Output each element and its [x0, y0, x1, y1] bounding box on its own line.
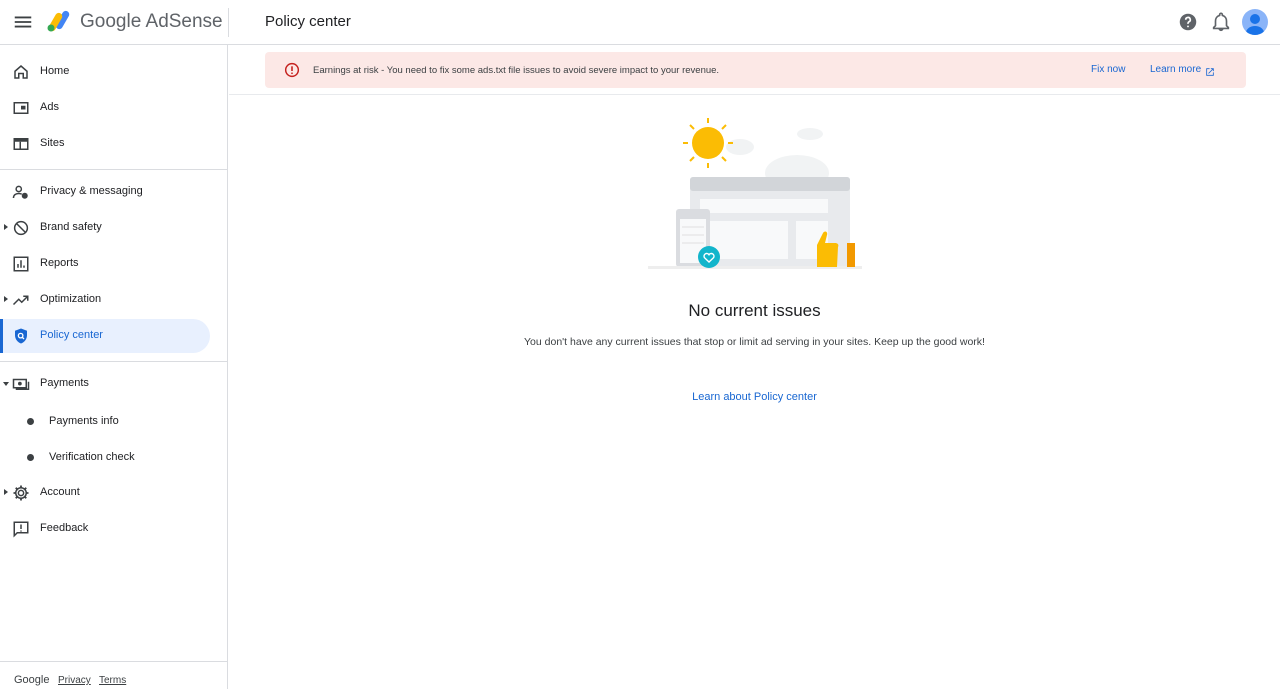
chevron-right-icon	[4, 224, 8, 230]
bullet-icon	[27, 418, 34, 425]
top-divider	[228, 8, 229, 37]
block-icon	[12, 219, 30, 237]
bell-icon[interactable]	[1210, 11, 1232, 33]
learn-policy-center-container: Learn about Policy center	[229, 387, 1280, 405]
sidebar-item-label: Feedback	[40, 522, 89, 534]
no-issues-illustration	[642, 115, 872, 275]
sidebar-item-policy-center[interactable]: Policy center	[0, 319, 210, 353]
home-icon	[12, 63, 30, 81]
sidebar-subitem-verification-check[interactable]: Verification check	[0, 442, 210, 472]
sidebar-item-reports[interactable]: Reports	[0, 247, 210, 281]
sidebar-subitem-payments-info[interactable]: Payments info	[0, 406, 210, 436]
sites-icon	[12, 135, 30, 153]
earnings-at-risk-banner: Earnings at risk - You need to fix some …	[265, 52, 1246, 88]
sidebar-item-privacy[interactable]: Privacy & messaging	[0, 175, 210, 209]
error-icon	[284, 62, 300, 78]
hamburger-menu-icon[interactable]	[12, 11, 34, 33]
bullet-icon	[27, 454, 34, 461]
sidebar-item-label: Privacy & messaging	[40, 185, 143, 197]
ads-icon	[12, 99, 30, 117]
adsense-logo-icon	[46, 9, 74, 33]
sidebar-subitem-label: Payments info	[49, 415, 119, 427]
no-issues-heading: No current issues	[688, 301, 821, 320]
sidebar-item-account[interactable]: Account	[0, 476, 210, 510]
sidebar-item-sites[interactable]: Sites	[0, 127, 210, 161]
trending-icon	[12, 291, 30, 309]
sidebar-footer: Google Privacy Terms	[0, 661, 228, 689]
sidebar-item-label: Reports	[40, 257, 79, 269]
feedback-icon	[12, 520, 30, 538]
shield-icon	[12, 327, 30, 345]
sidebar-divider	[0, 169, 228, 170]
footer-privacy-link[interactable]: Privacy	[58, 675, 91, 686]
sidebar-item-feedback[interactable]: Feedback	[0, 512, 210, 546]
sidebar-item-home[interactable]: Home	[0, 55, 210, 89]
no-issues-description: You don't have any current issues that s…	[524, 336, 985, 348]
sidebar-item-label: Payments	[40, 377, 89, 389]
chevron-right-icon	[4, 296, 8, 302]
sidebar-item-label: Sites	[40, 137, 65, 149]
banner-message: Earnings at risk - You need to fix some …	[313, 65, 720, 76]
main-content: Earnings at risk - You need to fix some …	[229, 45, 1280, 689]
sidebar-divider	[0, 361, 228, 362]
reports-icon	[12, 255, 30, 273]
sidebar-item-label: Ads	[40, 101, 59, 113]
brand-product: AdSense	[145, 11, 223, 32]
privacy-icon	[12, 183, 30, 201]
chevron-right-icon	[4, 489, 8, 495]
help-icon[interactable]	[1177, 11, 1199, 33]
gear-icon	[12, 484, 30, 502]
sidebar-subitem-label: Verification check	[49, 451, 135, 463]
payments-icon	[12, 375, 30, 393]
sidebar-item-label: Home	[40, 65, 70, 77]
sidebar-item-label: Account	[40, 486, 80, 498]
learn-more-link[interactable]: Learn more	[1150, 64, 1201, 75]
banner-area: Earnings at risk - You need to fix some …	[229, 45, 1280, 95]
open-in-new-icon	[1205, 64, 1215, 76]
page-title: Policy center	[265, 13, 351, 30]
sidebar-item-label: Policy center	[40, 329, 103, 341]
sidebar-item-optimization[interactable]: Optimization	[0, 283, 210, 317]
fix-now-link[interactable]: Fix now	[1091, 64, 1125, 75]
chevron-down-icon	[3, 382, 9, 386]
footer-terms-link[interactable]: Terms	[99, 675, 126, 686]
sidebar-item-ads[interactable]: Ads	[0, 91, 210, 125]
sidebar-item-payments[interactable]: Payments	[0, 367, 210, 401]
brand-google: Google	[80, 11, 142, 32]
learn-about-policy-center-link[interactable]: Learn about Policy center	[692, 391, 817, 403]
sidebar-item-label: Brand safety	[40, 221, 102, 233]
footer-google: Google	[14, 674, 50, 686]
brand-name: Google AdSense	[80, 11, 223, 33]
top-app-bar: Google AdSense Policy center	[0, 0, 1280, 45]
sidebar-item-label: Optimization	[40, 293, 102, 305]
sidebar-nav: Home Ads Sites Privacy & messaging Brand…	[0, 45, 228, 689]
avatar[interactable]	[1242, 9, 1268, 35]
sidebar-item-brand-safety[interactable]: Brand safety	[0, 211, 210, 245]
